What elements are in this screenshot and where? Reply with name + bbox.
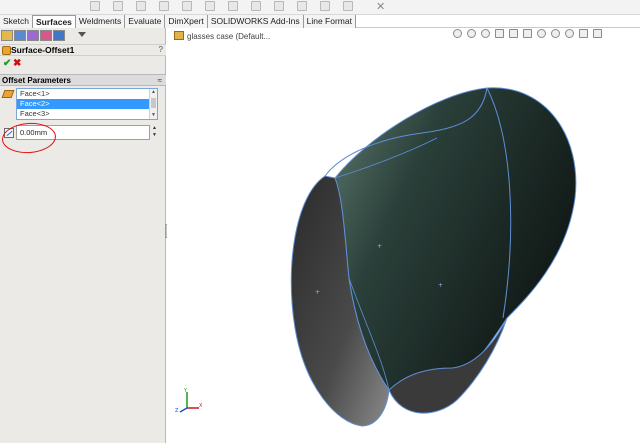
property-manager-panel: Surface-Offset1 ? ✔ ✖ Offset Parameters … (0, 28, 166, 443)
toolbar-tool-icon[interactable] (343, 1, 353, 11)
offset-parameters-header[interactable]: Offset Parameters ≈ (0, 74, 166, 86)
triad-z-label: Z (175, 408, 179, 414)
graphics-area[interactable]: glasses case (Default... + + + Y X Z (167, 28, 640, 443)
ok-button[interactable]: ✔ (3, 58, 11, 69)
group-title: Offset Parameters (2, 76, 71, 85)
toolbar-icons (90, 1, 353, 11)
face-selection-icon (1, 90, 15, 98)
close-icon[interactable]: ✕ (376, 0, 385, 13)
faces-list[interactable]: Face<1> Face<2> Face<3> ▲ ▼ (16, 88, 158, 120)
tab-solidworks-add-ins[interactable]: SOLIDWORKS Add-Ins (207, 15, 304, 28)
cancel-button[interactable]: ✖ (13, 58, 21, 69)
toolbar-tool-icon[interactable] (113, 1, 123, 11)
toolbar-tool-icon[interactable] (205, 1, 215, 11)
scroll-thumb[interactable] (151, 98, 156, 108)
command-manager-tabs: Sketch Surfaces Weldments Evaluate DimXp… (0, 15, 640, 28)
panel-expand-arrow-icon[interactable] (78, 32, 86, 37)
face-center-mark: + (438, 282, 443, 289)
outer-shell-surface[interactable] (334, 87, 577, 403)
toolbar: ✕ (0, 0, 640, 15)
property-manager-title: Surface-Offset1 (11, 45, 75, 55)
face-center-mark: + (377, 243, 382, 250)
offset-distance-input[interactable] (16, 125, 150, 140)
tab-surfaces[interactable]: Surfaces (33, 15, 76, 28)
dimxpert-manager-tab-icon[interactable] (40, 30, 52, 41)
toolbar-tool-icon[interactable] (297, 1, 307, 11)
tab-sketch[interactable]: Sketch (0, 15, 33, 28)
face-center-mark: + (315, 289, 320, 296)
tab-weldments[interactable]: Weldments (75, 15, 126, 28)
tab-line-format[interactable]: Line Format (303, 15, 356, 28)
scroll-down-icon[interactable]: ▼ (151, 113, 156, 118)
tab-dimxpert[interactable]: DimXpert (165, 15, 208, 28)
tab-evaluate[interactable]: Evaluate (125, 15, 166, 28)
feature-manager-tab-icon[interactable] (1, 30, 13, 41)
coordinate-triad: Y X Z (175, 388, 203, 414)
triad-x-label: X (199, 403, 203, 409)
display-manager-tab-icon[interactable] (53, 30, 65, 41)
toolbar-tool-icon[interactable] (320, 1, 330, 11)
list-scrollbar[interactable]: ▲ ▼ (149, 89, 157, 119)
property-manager-header: Surface-Offset1 ? (0, 44, 166, 56)
toolbar-tool-icon[interactable] (159, 1, 169, 11)
toolbar-tool-icon[interactable] (136, 1, 146, 11)
surface-offset-icon (2, 46, 11, 55)
toolbar-tool-icon[interactable] (182, 1, 192, 11)
configuration-manager-tab-icon[interactable] (27, 30, 39, 41)
help-icon[interactable]: ? (159, 45, 163, 54)
list-item[interactable]: Face<3> (17, 109, 157, 119)
panel-tabs (1, 30, 65, 41)
toolbar-tool-icon[interactable] (274, 1, 284, 11)
property-manager-tab-icon[interactable] (14, 30, 26, 41)
offset-distance-icon (4, 128, 14, 138)
scroll-up-icon[interactable]: ▲ (151, 90, 156, 95)
toolbar-tool-icon[interactable] (228, 1, 238, 11)
toolbar-tool-icon[interactable] (90, 1, 100, 11)
collapse-icon[interactable]: ≈ (158, 75, 162, 86)
offset-spinner[interactable]: ▲ ▼ (151, 125, 158, 140)
toolbar-tool-icon[interactable] (251, 1, 261, 11)
triad-z-axis (179, 407, 188, 413)
list-item[interactable]: Face<1> (17, 89, 157, 99)
model-view[interactable]: + + + (167, 28, 640, 443)
list-item-selected[interactable]: Face<2> (17, 99, 157, 109)
